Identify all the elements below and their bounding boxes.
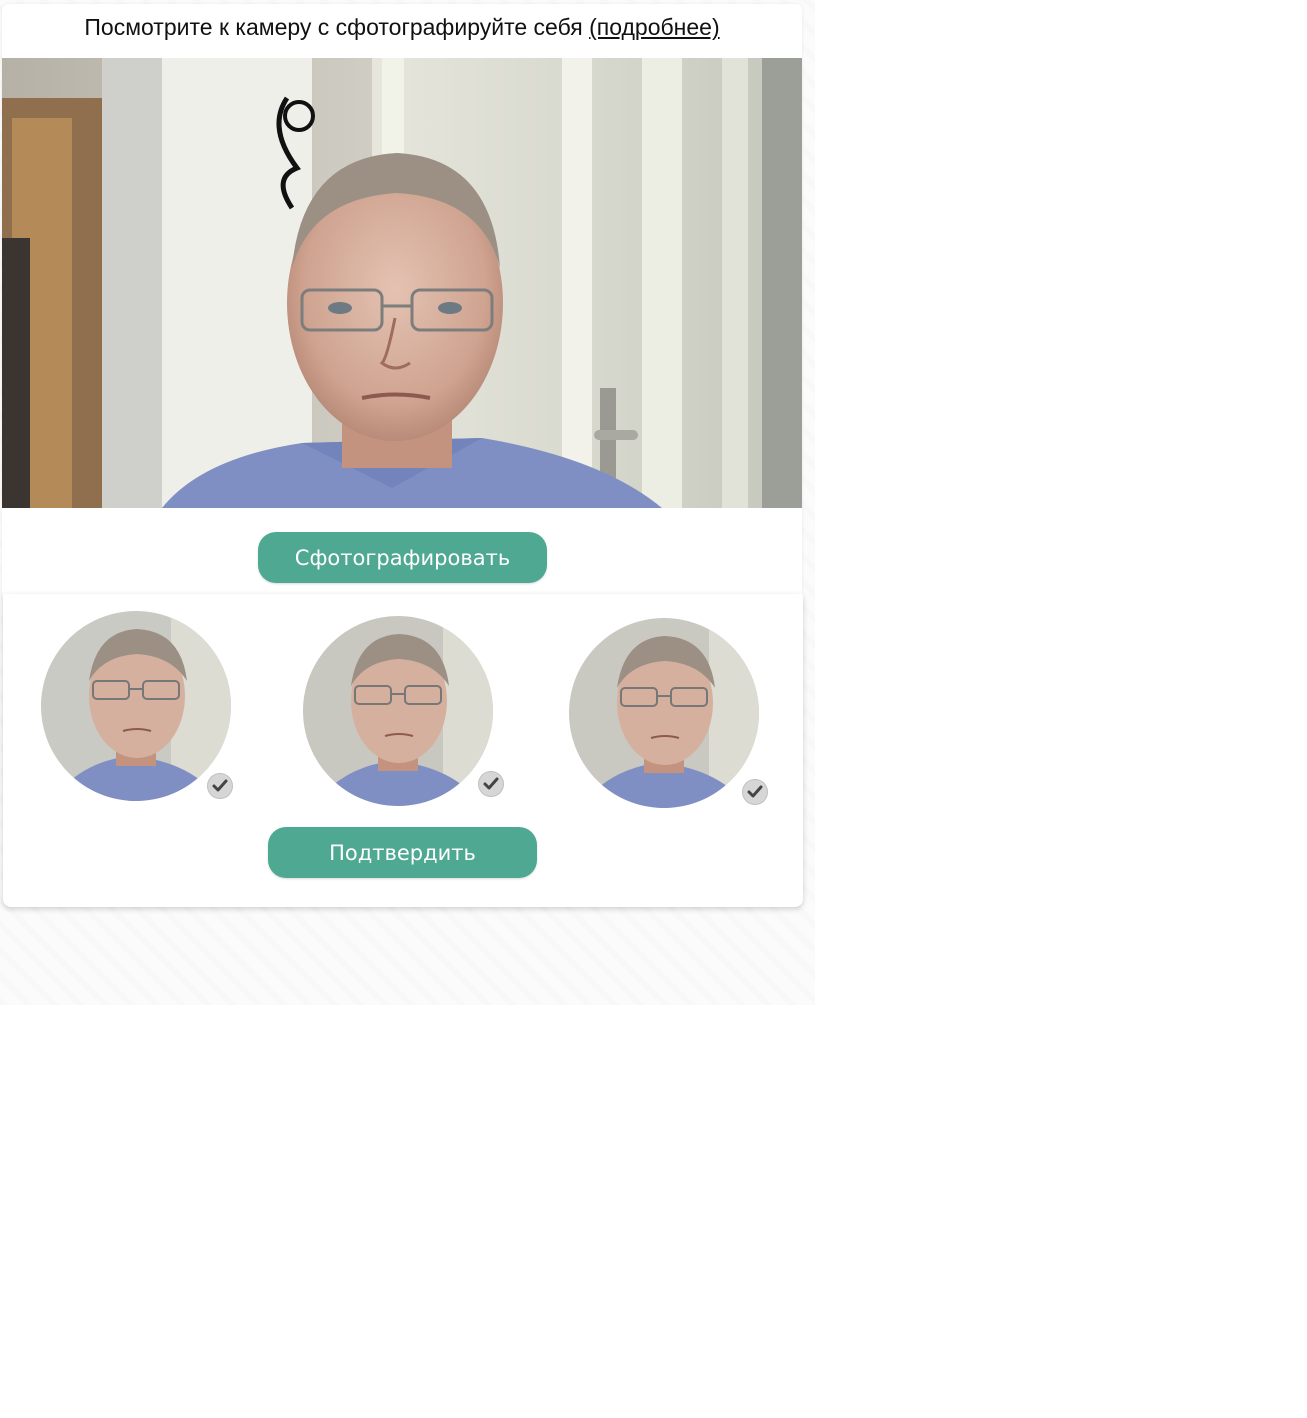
photo-thumbnail-3[interactable]	[569, 618, 759, 808]
photo-thumbnail-image	[569, 618, 759, 808]
photo-thumbnail-2[interactable]	[303, 616, 493, 806]
check-icon[interactable]	[207, 773, 233, 799]
instruction-label: Посмотрите к камеру с сфотографируйте се…	[84, 14, 583, 40]
confirm-button[interactable]: Подтвердить	[268, 827, 537, 878]
instruction-text: Посмотрите к камеру с сфотографируйте се…	[2, 12, 802, 42]
capture-photo-button[interactable]: Сфотографировать	[258, 532, 547, 583]
check-icon[interactable]	[478, 771, 504, 797]
camera-preview	[2, 58, 802, 508]
camera-image	[2, 58, 802, 508]
photo-thumbnail-image	[41, 611, 231, 801]
check-icon[interactable]	[742, 779, 768, 805]
photo-thumbnail-image	[303, 616, 493, 806]
photo-thumbnail-1[interactable]	[41, 611, 231, 801]
more-info-link[interactable]: (подробнее)	[589, 14, 720, 40]
